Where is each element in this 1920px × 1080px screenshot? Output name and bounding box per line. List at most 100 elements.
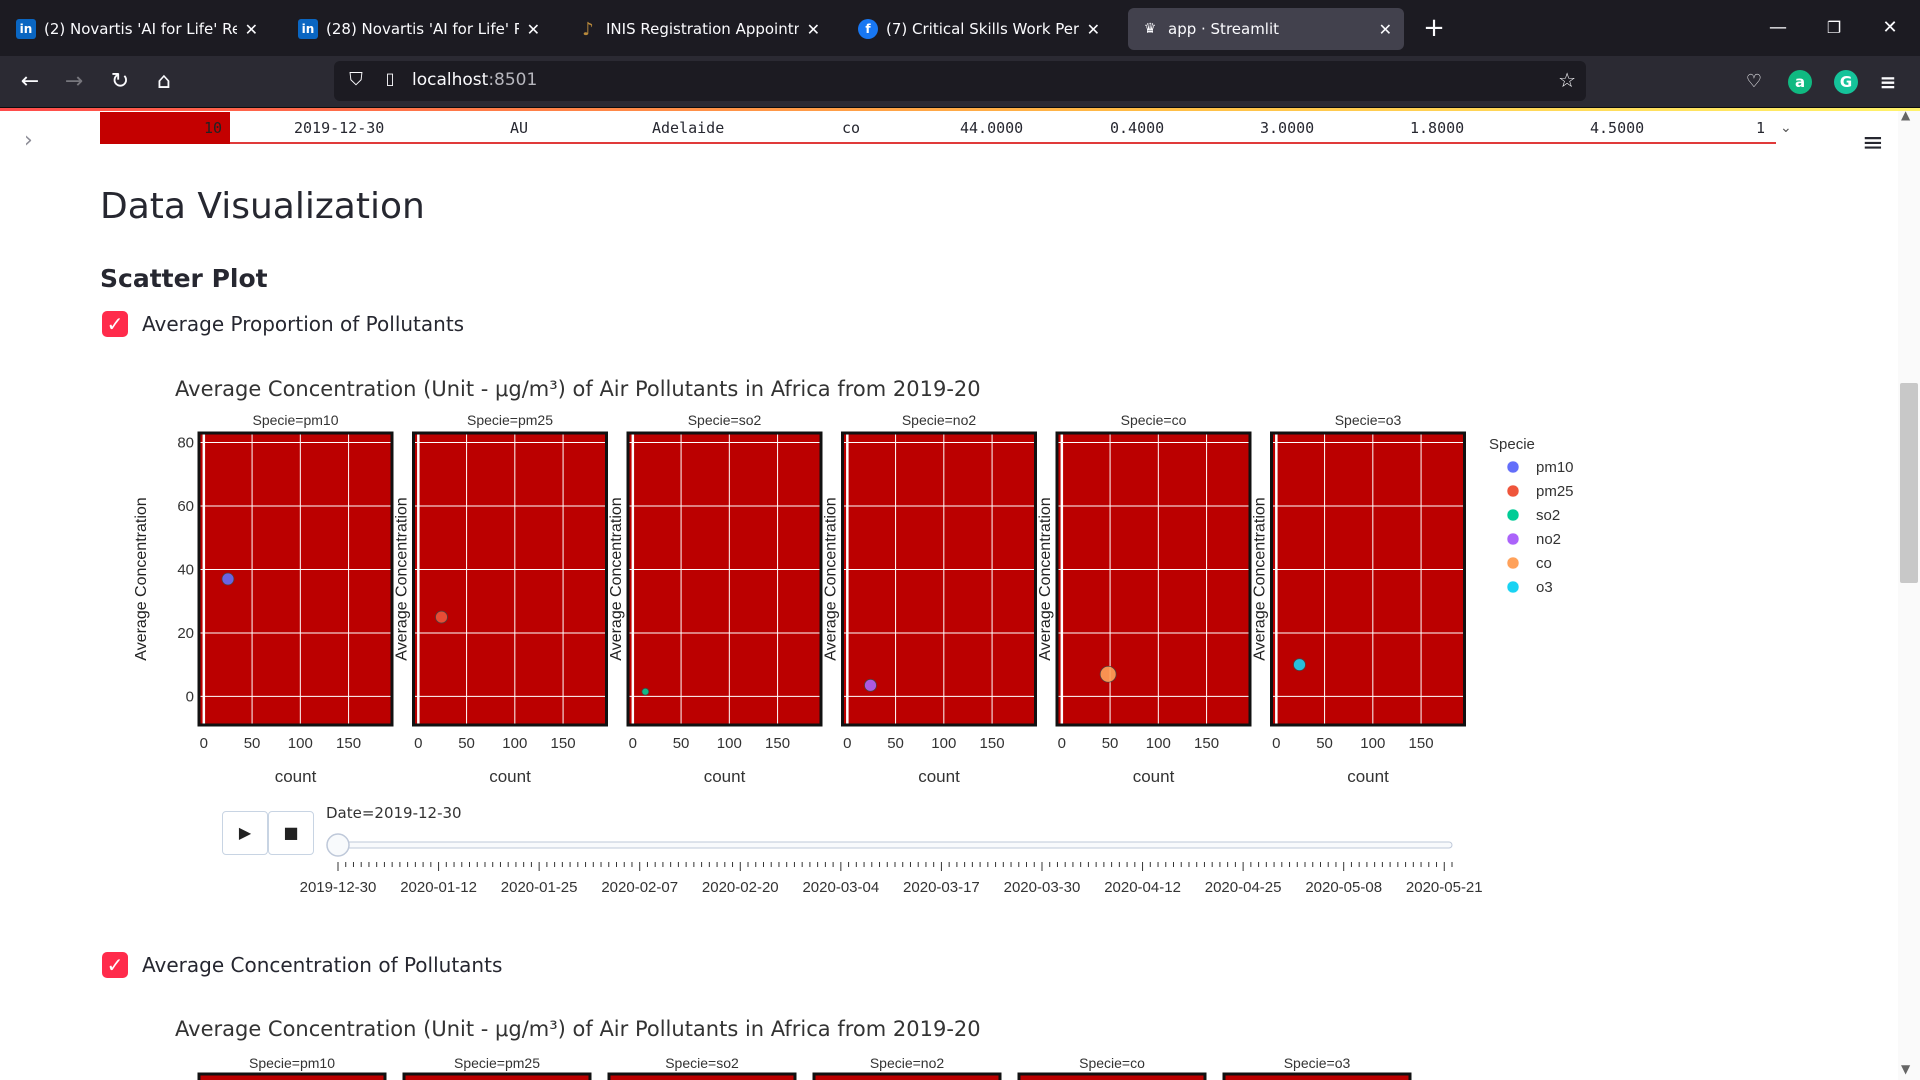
close-tab-icon[interactable]: ✕ <box>1379 20 1392 39</box>
x-tick-label: 150 <box>980 735 1005 752</box>
browser-tab-1[interactable]: in (2) Novartis 'AI for Life' Residency … <box>4 8 270 50</box>
slider-tick-label: 2020-02-07 <box>601 879 678 896</box>
cell-median: 1.8000 <box>1410 119 1465 137</box>
y-tick-label: 60 <box>177 498 194 515</box>
forward-arrow-icon[interactable]: → <box>58 66 90 98</box>
pocket-icon[interactable]: ♡ <box>1742 70 1766 94</box>
y-tick-label: 20 <box>177 625 194 642</box>
url-text[interactable]: localhost:8501 <box>412 70 537 90</box>
slider-tick-label: 2020-01-12 <box>400 879 477 896</box>
x-tick-label: 150 <box>765 735 790 752</box>
tab-title: (7) Critical Skills Work Permit Ire <box>886 20 1079 38</box>
facet-title: Specie=co <box>1121 412 1187 428</box>
x-tick-label: 0 <box>200 735 208 752</box>
checkbox-average-concentration[interactable]: ✓ Average Concentration of Pollutants <box>102 952 502 978</box>
scroll-up-icon[interactable]: ▲ <box>1901 108 1910 122</box>
slider-tick-label: 2020-05-21 <box>1406 879 1483 896</box>
bookmark-star-icon[interactable]: ☆ <box>1558 68 1576 92</box>
slider-tick-label: 2020-04-25 <box>1205 879 1282 896</box>
close-tab-icon[interactable]: ✕ <box>527 20 540 39</box>
linkedin-icon: in <box>298 19 318 39</box>
slider-tick-label: 2020-03-30 <box>1004 879 1081 896</box>
browser-tab-5-active[interactable]: ♛ app · Streamlit ✕ <box>1128 8 1404 50</box>
url-host: localhost <box>412 70 489 90</box>
legend-marker-so2 <box>1506 508 1520 522</box>
close-tab-icon[interactable]: ✕ <box>245 20 258 39</box>
facet-plot-area <box>1017 1072 1207 1080</box>
back-arrow-icon[interactable]: ← <box>14 66 46 98</box>
new-tab-button[interactable]: + <box>1418 12 1450 44</box>
facebook-icon: f <box>858 19 878 39</box>
facet-title: Specie=pm10 <box>252 412 338 428</box>
chart-title: Average Concentration (Unit - μg/m³) of … <box>175 1017 981 1041</box>
cell-min: 0.4000 <box>1110 119 1165 137</box>
facet-title: Specie=pm25 <box>467 412 553 428</box>
stop-button[interactable]: ■ <box>268 811 314 855</box>
reload-icon[interactable]: ↻ <box>104 66 136 98</box>
page-scrollbar-thumb[interactable] <box>1900 383 1918 583</box>
facet-plot-area <box>1271 433 1465 725</box>
hamburger-menu-icon[interactable]: ≡ <box>1876 70 1900 94</box>
minimize-window-icon[interactable]: — <box>1758 12 1798 44</box>
x-tick-label: 50 <box>1102 735 1119 752</box>
slider-tick-label: 2020-03-17 <box>903 879 980 896</box>
facet-title: Specie=o3 <box>1335 412 1402 428</box>
x-axis-title: count <box>704 767 746 786</box>
legend-marker-o3 <box>1506 580 1520 594</box>
x-tick-label: 100 <box>1360 735 1385 752</box>
app-menu-icon[interactable]: ≡ <box>1862 128 1884 158</box>
x-axis-title: count <box>918 767 960 786</box>
close-tab-icon[interactable]: ✕ <box>807 20 820 39</box>
tab-title: (28) Novartis 'AI for Life' Residency <box>326 20 519 38</box>
scatter-chart-2[interactable]: Specie=pm10 Specie=pm25 Specie=so2 Specie=n… <box>0 0 1920 1080</box>
slider-tick-label: 2020-03-04 <box>802 879 879 896</box>
browser-tab-2[interactable]: in (28) Novartis 'AI for Life' Residency… <box>286 8 552 50</box>
legend-marker-pm25 <box>1506 484 1520 498</box>
harp-icon: ♪ <box>582 18 594 40</box>
streamlit-icon: ♛ <box>1143 21 1157 37</box>
restore-window-icon[interactable]: ❐ <box>1814 12 1854 44</box>
extension-a-icon[interactable]: a <box>1788 70 1812 94</box>
y-axis-title: Average Concentration <box>1037 497 1054 660</box>
browser-tab-4[interactable]: f (7) Critical Skills Work Permit Ire ✕ <box>846 8 1112 50</box>
x-tick-label: 100 <box>717 735 742 752</box>
play-button[interactable]: ▶ <box>222 811 268 855</box>
x-axis-title: count <box>1133 767 1175 786</box>
y-axis-title: Average Concentration <box>823 497 840 660</box>
linkedin-icon: in <box>16 19 36 39</box>
data-point-pm25 <box>435 610 448 624</box>
x-axis-title: count <box>489 767 531 786</box>
close-window-icon[interactable]: ✕ <box>1870 12 1910 44</box>
scatter-chart[interactable]: 0 50 100 150020406080Specie=pm10countAverag… <box>0 0 1920 1080</box>
slider-tick-label: 2020-04-12 <box>1104 879 1181 896</box>
y-tick-label: 80 <box>177 435 194 452</box>
home-icon[interactable]: ⌂ <box>148 66 180 98</box>
page-scrollbar-track[interactable] <box>1898 111 1920 1080</box>
facet-border <box>197 431 394 727</box>
legend-label-no2: no2 <box>1536 531 1561 548</box>
cell-date: 2019-12-30 <box>294 119 385 137</box>
facet-border <box>1270 431 1466 727</box>
data-point-pm10 <box>221 572 235 586</box>
slider-handle[interactable] <box>326 833 350 857</box>
data-point-no2 <box>864 678 877 692</box>
streamlit-decoration-bar <box>0 108 1920 111</box>
legend-marker-pm10 <box>1506 460 1520 474</box>
grammarly-icon[interactable]: G <box>1834 70 1858 94</box>
shield-icon[interactable]: ⛉ <box>344 69 368 93</box>
close-tab-icon[interactable]: ✕ <box>1087 20 1100 39</box>
cell-city: Adelaide <box>652 119 725 137</box>
browser-tab-3[interactable]: ♪ INIS Registration Appointment ✕ <box>566 8 832 50</box>
scroll-down-icon[interactable]: ▼ <box>1901 1062 1910 1076</box>
x-tick-label: 0 <box>629 735 637 752</box>
sidebar-expand-icon[interactable]: › <box>24 128 33 153</box>
legend-marker-co <box>1506 556 1520 570</box>
cell-last: 1 <box>1756 119 1766 137</box>
checkmark-icon[interactable]: ✓ <box>102 311 128 337</box>
x-tick-label: 100 <box>931 735 956 752</box>
chevron-down-icon[interactable]: ⌄ <box>1780 120 1792 136</box>
y-axis-title: Average Concentration <box>608 497 625 660</box>
checkbox-average-proportion[interactable]: ✓ Average Proportion of Pollutants <box>102 311 464 337</box>
checkmark-icon[interactable]: ✓ <box>102 952 128 978</box>
address-bar[interactable]: ⛉ ▯ localhost:8501 ☆ <box>334 61 1586 101</box>
